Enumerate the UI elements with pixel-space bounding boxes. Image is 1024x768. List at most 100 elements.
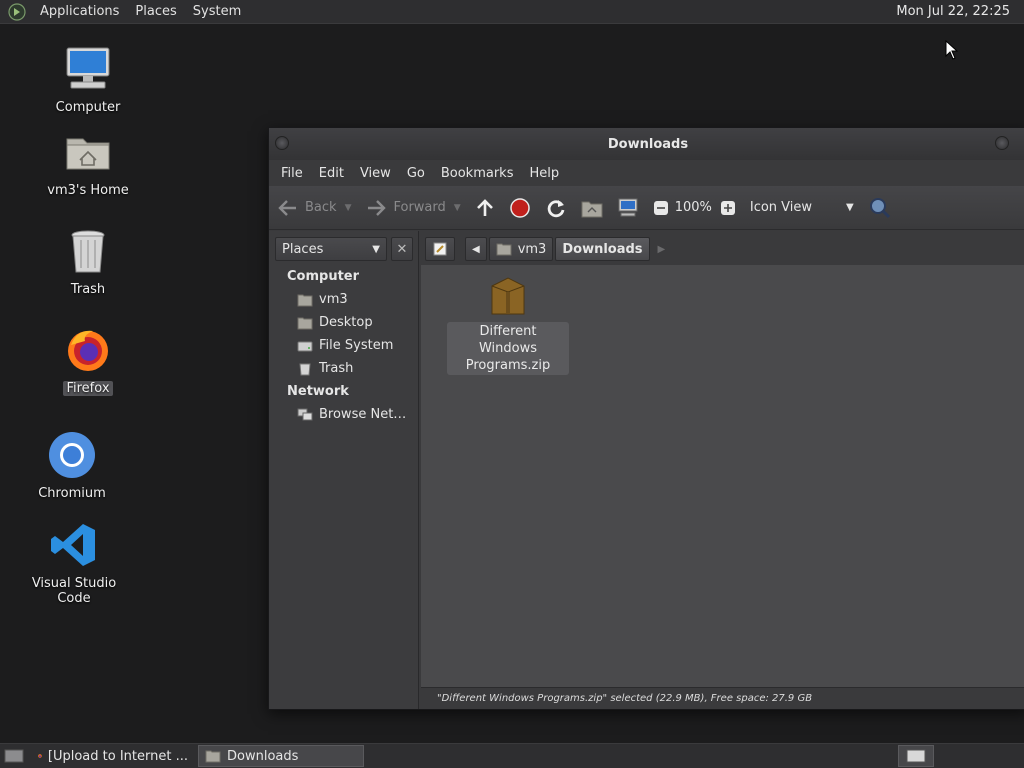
up-button[interactable] <box>475 198 495 218</box>
desktop-icon-label: Firefox <box>63 381 113 396</box>
archive-icon <box>491 277 525 315</box>
forward-arrow-icon <box>368 199 387 216</box>
sidebar-item-label: Desktop <box>319 315 373 330</box>
desktop-icon-label: Computer <box>55 100 121 115</box>
reload-icon <box>547 199 565 217</box>
breadcrumb-vm3[interactable]: vm3 <box>488 237 554 261</box>
sidebar-selector-label: Places <box>282 241 324 257</box>
forward-button[interactable]: Forward ▼ <box>365 199 461 217</box>
minimize-button[interactable] <box>995 136 1009 150</box>
trash-icon <box>299 363 311 375</box>
menu-file[interactable]: File <box>273 166 311 181</box>
menu-bookmarks[interactable]: Bookmarks <box>433 166 522 181</box>
edit-location-icon <box>433 242 447 256</box>
desktop-icon-label: Trash <box>70 282 106 297</box>
zoom-out-icon[interactable] <box>653 200 669 216</box>
forward-history-dropdown-icon[interactable]: ▼ <box>454 203 461 213</box>
breadcrumb-downloads[interactable]: Downloads <box>555 237 650 261</box>
search-button[interactable] <box>868 196 892 220</box>
mate-logo-icon[interactable] <box>8 2 26 21</box>
file-name-line-1: Different Windows <box>478 324 538 356</box>
back-button[interactable]: Back ▼ <box>277 199 351 217</box>
top-panel: Applications Places System Mon Jul 22, 2… <box>0 0 1024 24</box>
file-label: Different Windows Programs.zip <box>447 322 569 375</box>
file-item[interactable]: Different Windows Programs.zip <box>447 276 569 375</box>
computer-button[interactable] <box>617 198 639 218</box>
view-mode-label: Icon View <box>749 200 813 215</box>
home-folder-icon <box>496 243 512 256</box>
window-titlebar[interactable]: Downloads <box>269 128 1024 160</box>
sidebar-item-trash[interactable]: Trash <box>297 361 415 376</box>
desktop-icon-home[interactable]: vm3's Home <box>28 127 148 198</box>
workspace-icon <box>906 749 926 763</box>
bottom-panel: [Upload to Internet ... Downloads <box>0 743 1024 768</box>
sidebar-item-desktop[interactable]: Desktop <box>297 315 415 330</box>
sidebar-section-network: Network <box>287 384 349 399</box>
taskbar-item-label: Downloads <box>227 748 299 764</box>
desktop-icon-computer[interactable]: Computer <box>28 44 148 115</box>
network-icon <box>297 408 313 420</box>
sidebar-item-label: Browse Net… <box>319 407 407 422</box>
home-button[interactable] <box>581 198 603 218</box>
breadcrumb-label: vm3 <box>517 241 547 257</box>
menubar: File Edit View Go Bookmarks Help <box>269 160 1024 186</box>
desktop-icon-chromium[interactable]: Chromium <box>12 430 132 501</box>
workspace-switcher[interactable] <box>898 745 934 767</box>
zoom-control: 100% <box>653 200 736 216</box>
close-sidebar-button[interactable]: ✕ <box>391 237 413 261</box>
firefox-icon <box>68 330 108 371</box>
clock[interactable]: Mon Jul 22, 22:25 <box>896 4 1010 19</box>
menu-edit[interactable]: Edit <box>311 166 352 181</box>
places-menu[interactable]: Places <box>127 4 184 19</box>
sidebar-selector[interactable]: Places ▼ <box>275 237 387 261</box>
sidebar: Places ▼ ✕ Computer vm3 Desktop File Sys… <box>269 231 419 709</box>
computer-icon <box>618 198 638 216</box>
breadcrumb-scroll-right[interactable]: ▶ <box>652 237 672 261</box>
sidebar-item-vm3[interactable]: vm3 <box>297 292 415 307</box>
firefox-icon <box>38 754 42 758</box>
sidebar-item-browse-network[interactable]: Browse Net… <box>297 407 415 422</box>
zoom-in-icon[interactable] <box>720 200 736 216</box>
system-menu[interactable]: System <box>185 4 249 19</box>
applications-menu[interactable]: Applications <box>32 4 127 19</box>
sidebar-item-file-system[interactable]: File System <box>297 338 415 353</box>
breadcrumb-label: Downloads <box>562 241 643 257</box>
close-icon: ✕ <box>396 241 408 257</box>
chevron-down-icon: ▼ <box>372 243 380 255</box>
taskbar-item-downloads[interactable]: Downloads <box>198 745 364 767</box>
home-folder-icon <box>581 201 603 217</box>
vscode-icon <box>51 524 95 566</box>
menu-go[interactable]: Go <box>399 166 433 181</box>
chevron-down-icon: ▼ <box>846 202 854 213</box>
zoom-level: 100% <box>674 200 712 215</box>
menu-help[interactable]: Help <box>521 166 567 181</box>
back-arrow-icon <box>278 199 296 216</box>
stop-button[interactable] <box>509 197 531 219</box>
desktop-icon-trash[interactable]: Trash <box>28 226 148 297</box>
view-mode-select[interactable]: Icon View ▼ <box>750 200 854 215</box>
window-title: Downloads <box>607 136 689 152</box>
back-label: Back <box>305 200 337 215</box>
search-icon <box>869 197 890 218</box>
desktop-icon-firefox[interactable]: Firefox <box>28 325 148 396</box>
desktop-icon-label: Visual Studio Code <box>31 576 117 606</box>
menu-view[interactable]: View <box>352 166 399 181</box>
status-bar: "Different Windows Programs.zip" selecte… <box>421 687 1024 709</box>
sidebar-section-computer: Computer <box>287 269 360 284</box>
window-menu-button[interactable] <box>275 136 289 150</box>
taskbar-item-firefox[interactable]: [Upload to Internet ... <box>32 745 194 767</box>
drive-icon <box>297 341 313 351</box>
sidebar-item-label: vm3 <box>319 292 348 307</box>
location-toggle-button[interactable] <box>425 237 455 261</box>
desktop-icon-label: Chromium <box>38 486 106 501</box>
chevron-left-icon: ◀ <box>472 243 480 255</box>
reload-button[interactable] <box>545 197 567 219</box>
show-desktop-button[interactable] <box>0 745 28 767</box>
folder-icon <box>205 750 221 763</box>
taskbar-item-label: [Upload to Internet ... <box>47 748 188 764</box>
desktop-icon-vscode[interactable]: Visual Studio Code <box>14 520 134 606</box>
home-folder-icon <box>297 294 313 306</box>
back-history-dropdown-icon[interactable]: ▼ <box>345 203 352 213</box>
chevron-right-icon: ▶ <box>657 243 666 255</box>
breadcrumb-scroll-left[interactable]: ◀ <box>465 237 487 261</box>
